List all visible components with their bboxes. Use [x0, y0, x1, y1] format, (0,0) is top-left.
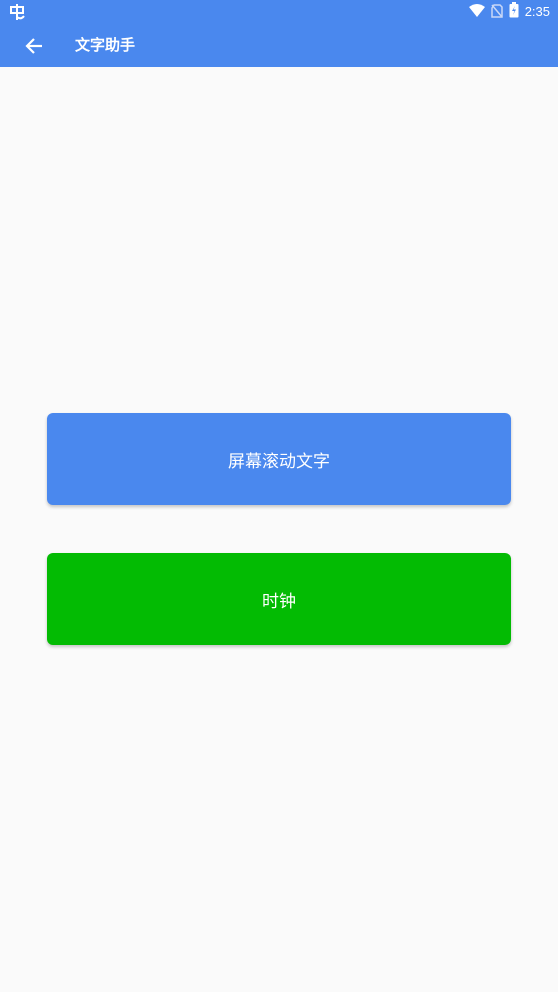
scrolling-text-button-label: 屏幕滚动文字: [228, 451, 330, 472]
wifi-icon: [468, 3, 485, 22]
clock-button-label: 时钟: [262, 591, 296, 612]
back-button[interactable]: [18, 30, 50, 62]
battery-charging-icon: [509, 2, 519, 22]
bug-icon: [8, 3, 26, 21]
app-header: 2:35 文字助手: [0, 0, 558, 67]
arrow-back-icon: [25, 38, 42, 54]
app-screen: 2:35 文字助手 屏幕滚动文字 时钟: [0, 0, 558, 992]
status-bar: 2:35: [0, 0, 558, 24]
toolbar: 文字助手: [0, 24, 558, 67]
status-time: 2:35: [524, 4, 550, 19]
clock-button[interactable]: 时钟: [47, 553, 511, 645]
status-icons: 2:35: [468, 2, 550, 22]
page-title: 文字助手: [75, 36, 136, 54]
no-sim-icon: [490, 3, 503, 22]
scrolling-text-button[interactable]: 屏幕滚动文字: [47, 413, 511, 505]
